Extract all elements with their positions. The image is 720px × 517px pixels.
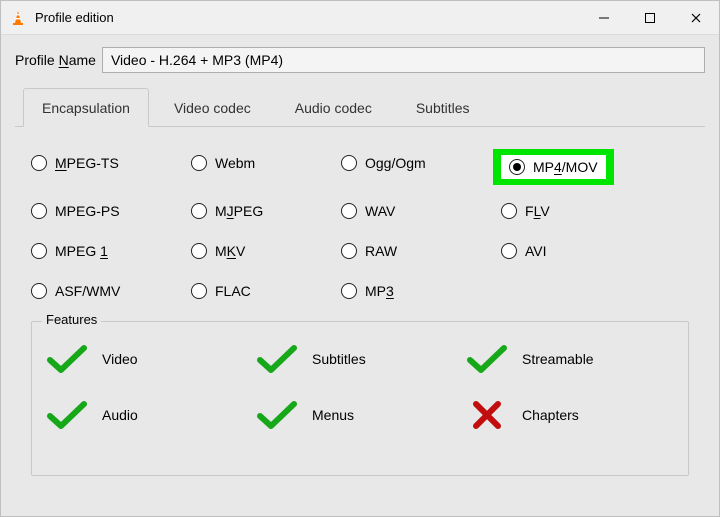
radio-label: ASF/WMV [55,283,120,299]
feature-label: Video [102,351,138,367]
radio-flac[interactable]: FLAC [191,283,341,299]
radio-avi[interactable]: AVI [501,243,661,259]
content-area: Profile Name Encapsulation Video codec A… [1,35,719,516]
radio-circle-icon [501,203,517,219]
radio-circle-icon [341,155,357,171]
window: Profile edition Profile Name Encapsulati… [0,0,720,517]
radio-label: FLV [525,203,550,219]
radio-label: MJPEG [215,203,263,219]
radio-ogg[interactable]: Ogg/Ogm [341,155,501,171]
radio-circle-icon [501,243,517,259]
window-title: Profile edition [35,10,114,25]
radio-mjpeg[interactable]: MJPEG [191,203,341,219]
check-icon [256,344,298,374]
radio-mp3[interactable]: MP3 [341,283,501,299]
check-icon [46,344,88,374]
tab-encapsulation[interactable]: Encapsulation [23,88,149,127]
radio-circle-icon [191,155,207,171]
radio-webm[interactable]: Webm [191,155,341,171]
radio-label: Ogg/Ogm [365,155,426,171]
radio-mkv[interactable]: MKV [191,243,341,259]
window-controls [581,3,719,33]
vlc-cone-icon [9,9,27,27]
features-group: Features VideoSubtitlesStreamableAudioMe… [31,321,689,476]
radio-circle-icon [31,203,47,219]
radio-label: MPEG-TS [55,155,119,171]
radio-circle-icon [31,283,47,299]
check-icon [466,344,508,374]
radio-label: MP3 [365,283,394,299]
close-button[interactable] [673,3,719,33]
profile-name-row: Profile Name [15,47,705,73]
encapsulation-options: MPEG-TS Webm Ogg/Ogm MP4/MOV MPEG-PS MJPEG WAV… [31,155,689,299]
tab-audio-codec[interactable]: Audio codec [276,88,391,127]
feature-video: Video [46,344,256,374]
radio-label: RAW [365,243,397,259]
maximize-button[interactable] [627,3,673,33]
profile-name-label: Profile Name [15,52,96,68]
check-icon [256,400,298,430]
radio-circle-icon [31,243,47,259]
radio-label: FLAC [215,283,251,299]
feature-streamable: Streamable [466,344,676,374]
profile-name-input[interactable] [102,47,705,73]
feature-chapters: Chapters [466,400,676,430]
radio-circle-icon [509,159,525,175]
radio-label: MKV [215,243,245,259]
radio-flv[interactable]: FLV [501,203,661,219]
tab-video-codec[interactable]: Video codec [155,88,270,127]
radio-circle-icon [191,203,207,219]
encapsulation-pane: MPEG-TS Webm Ogg/Ogm MP4/MOV MPEG-PS MJPEG WAV… [15,127,705,486]
radio-mp4[interactable]: MP4/MOV [501,155,606,179]
radio-mpeg_ts[interactable]: MPEG-TS [31,155,191,171]
radio-asf[interactable]: ASF/WMV [31,283,191,299]
feature-audio: Audio [46,400,256,430]
radio-circle-icon [341,283,357,299]
feature-label: Audio [102,407,138,423]
radio-circle-icon [191,243,207,259]
radio-label: Webm [215,155,255,171]
radio-raw[interactable]: RAW [341,243,501,259]
features-grid: Video Subtitles Streamable Audio Menus Chapte… [46,344,674,430]
tab-bar: Encapsulation Video codec Audio codec Su… [15,87,705,127]
radio-circle-icon [31,155,47,171]
titlebar: Profile edition [1,1,719,35]
check-icon [46,400,88,430]
feature-label: Menus [312,407,354,423]
radio-label: MPEG 1 [55,243,108,259]
radio-circle-icon [341,243,357,259]
feature-label: Chapters [522,407,579,423]
radio-circle-icon [341,203,357,219]
radio-wav[interactable]: WAV [341,203,501,219]
radio-label: MP4/MOV [533,159,598,175]
feature-subtitles: Subtitles [256,344,466,374]
highlight-mp4: MP4/MOV [493,149,614,185]
radio-label: AVI [525,243,547,259]
radio-label: MPEG-PS [55,203,120,219]
feature-menus: Menus [256,400,466,430]
radio-mpeg_ps[interactable]: MPEG-PS [31,203,191,219]
radio-label: WAV [365,203,395,219]
radio-circle-icon [191,283,207,299]
tab-subtitles[interactable]: Subtitles [397,88,489,127]
radio-mpeg1[interactable]: MPEG 1 [31,243,191,259]
minimize-button[interactable] [581,3,627,33]
feature-label: Subtitles [312,351,366,367]
feature-label: Streamable [522,351,594,367]
features-legend: Features [42,312,101,327]
cross-icon [466,400,508,430]
